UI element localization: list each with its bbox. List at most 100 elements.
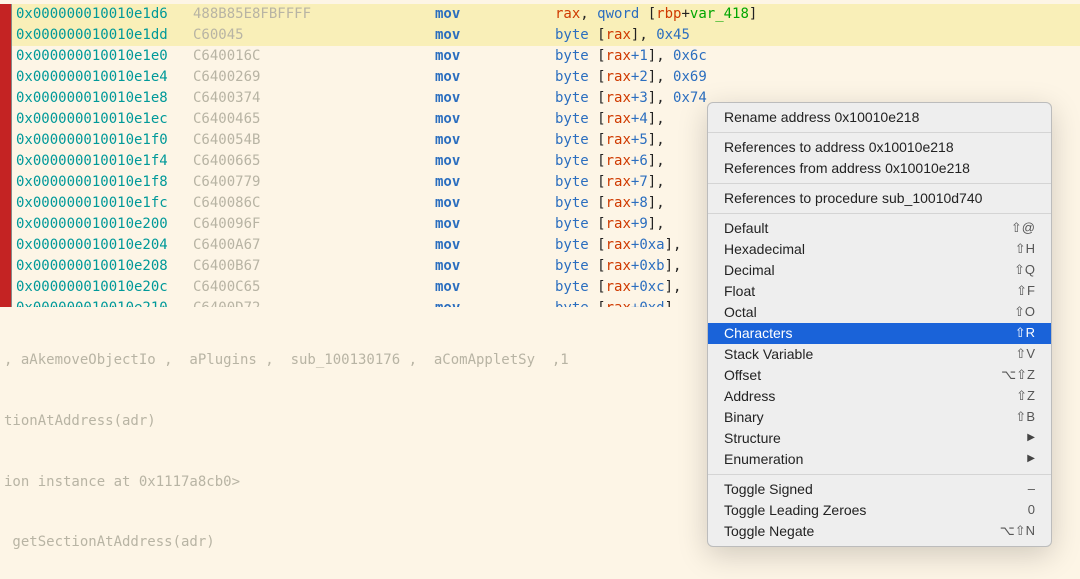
menu-label: Offset [724, 365, 761, 385]
menu-type-address[interactable]: Address ⇧Z [708, 386, 1051, 407]
gutter [0, 193, 12, 214]
address: 0x000000010010e200 [16, 214, 193, 234]
menu-label: Decimal [724, 260, 775, 280]
operands: byte [rax+5], [555, 130, 665, 150]
gutter [0, 256, 12, 277]
gutter [0, 46, 12, 67]
bytes: C6400C65 [193, 277, 435, 297]
bytes: 488B85E8FBFFFF [193, 4, 435, 24]
mnemonic: mov [435, 172, 555, 192]
menu-label: References from address 0x10010e218 [724, 158, 970, 178]
mnemonic: mov [435, 25, 555, 45]
address: 0x000000010010e204 [16, 235, 193, 255]
menu-label: Toggle Signed [724, 479, 813, 499]
gutter [0, 277, 12, 298]
mnemonic: mov [435, 46, 555, 66]
bytes: C6400A67 [193, 235, 435, 255]
menu-type-decimal[interactable]: Decimal ⇧Q [708, 260, 1051, 281]
operands: byte [rax], 0x45 [555, 25, 690, 45]
menu-shortcut: ⇧Q [1014, 261, 1035, 280]
operands: byte [rax+0xa], [555, 235, 681, 255]
gutter [0, 235, 12, 256]
menu-shortcut: ⌥⇧N [1000, 522, 1035, 541]
operands: byte [rax+3], 0x74 [555, 88, 707, 108]
address: 0x000000010010e1ec [16, 109, 193, 129]
menu-type-default[interactable]: Default⇧@ [708, 218, 1051, 239]
menu-references-to[interactable]: References to address 0x10010e218 [708, 137, 1051, 158]
menu-separator [708, 474, 1051, 475]
operands: byte [rax+2], 0x69 [555, 67, 707, 87]
mnemonic: mov [435, 88, 555, 108]
menu-label: Enumeration [724, 449, 803, 469]
gutter [0, 25, 12, 46]
chevron-right-icon: ▶ [1027, 452, 1035, 467]
menu-shortcut: ⇧O [1014, 303, 1035, 322]
menu-shortcut: ⌥⇧Z [1001, 366, 1035, 385]
disasm-line[interactable]: 0x000000010010e1ddC60045movbyte [rax], 0… [0, 25, 1080, 46]
mnemonic: mov [435, 256, 555, 276]
mnemonic: mov [435, 67, 555, 87]
bytes: C6400465 [193, 109, 435, 129]
address: 0x000000010010e1fc [16, 193, 193, 213]
menu-toggle-leading-zeroes[interactable]: Toggle Leading Zeroes 0 [708, 500, 1051, 521]
operands: byte [rax+4], [555, 109, 665, 129]
disasm-line[interactable]: 0x000000010010e1e0C640016Cmovbyte [rax+1… [0, 46, 1080, 67]
menu-type-hexadecimal[interactable]: Hexadecimal ⇧H [708, 239, 1051, 260]
gutter [0, 88, 12, 109]
menu-label: Address [724, 386, 775, 406]
menu-type-enumeration[interactable]: Enumeration ▶ [708, 449, 1051, 470]
bytes: C640096F [193, 214, 435, 234]
bytes: C6400779 [193, 172, 435, 192]
menu-separator [708, 183, 1051, 184]
bytes: C6400374 [193, 88, 435, 108]
menu-toggle-negate[interactable]: Toggle Negate ⌥⇧N [708, 521, 1051, 542]
address: 0x000000010010e208 [16, 256, 193, 276]
menu-shortcut: ⇧F [1016, 282, 1035, 301]
mnemonic: mov [435, 235, 555, 255]
menu-separator [708, 213, 1051, 214]
menu-type-offset[interactable]: Offset ⌥⇧Z [708, 365, 1051, 386]
menu-type-octal[interactable]: Octal⇧O [708, 302, 1051, 323]
menu-type-structure[interactable]: Structure▶ [708, 428, 1051, 449]
gutter [0, 109, 12, 130]
bytes: C6400269 [193, 67, 435, 87]
disasm-line[interactable]: 0x000000010010e1d6488B85E8FBFFFFmovrax, … [0, 4, 1080, 25]
menu-references-from[interactable]: References from address 0x10010e218 [708, 158, 1051, 179]
menu-label: References to address 0x10010e218 [724, 137, 954, 157]
operands: byte [rax+0xb], [555, 256, 681, 276]
menu-shortcut: ⇧H [1015, 240, 1035, 259]
menu-label: Float [724, 281, 755, 301]
menu-shortcut: ⇧R [1015, 324, 1035, 343]
gutter [0, 214, 12, 235]
mnemonic: mov [435, 193, 555, 213]
menu-shortcut: ⇧V [1015, 345, 1035, 364]
mnemonic: mov [435, 277, 555, 297]
menu-separator [708, 132, 1051, 133]
menu-type-float[interactable]: Float ⇧F [708, 281, 1051, 302]
menu-label: Hexadecimal [724, 239, 805, 259]
disasm-line[interactable]: 0x000000010010e1e4C6400269movbyte [rax+2… [0, 67, 1080, 88]
menu-toggle-signed[interactable]: Toggle Signed – [708, 479, 1051, 500]
context-menu[interactable]: Rename address 0x10010e218 References to… [707, 102, 1052, 547]
menu-shortcut: 0 [1028, 501, 1035, 520]
menu-label: Stack Variable [724, 344, 813, 364]
menu-type-characters[interactable]: Characters ⇧R [708, 323, 1051, 344]
gutter [0, 130, 12, 151]
address: 0x000000010010e1f4 [16, 151, 193, 171]
bytes: C640086C [193, 193, 435, 213]
mnemonic: mov [435, 151, 555, 171]
gutter [0, 67, 12, 88]
menu-references-procedure[interactable]: References to procedure sub_10010d740 [708, 188, 1051, 209]
menu-type-stack-variable[interactable]: Stack Variable ⇧V [708, 344, 1051, 365]
menu-type-binary[interactable]: Binary⇧B [708, 407, 1051, 428]
mnemonic: mov [435, 130, 555, 150]
menu-label: Binary [724, 407, 764, 427]
menu-label: Characters [724, 323, 792, 343]
bytes: C60045 [193, 25, 435, 45]
menu-rename-address[interactable]: Rename address 0x10010e218 [708, 107, 1051, 128]
menu-shortcut: ⇧Z [1016, 387, 1035, 406]
gutter [0, 151, 12, 172]
bytes: C640016C [193, 46, 435, 66]
menu-label: Toggle Negate [724, 521, 814, 541]
operands: byte [rax+7], [555, 172, 665, 192]
